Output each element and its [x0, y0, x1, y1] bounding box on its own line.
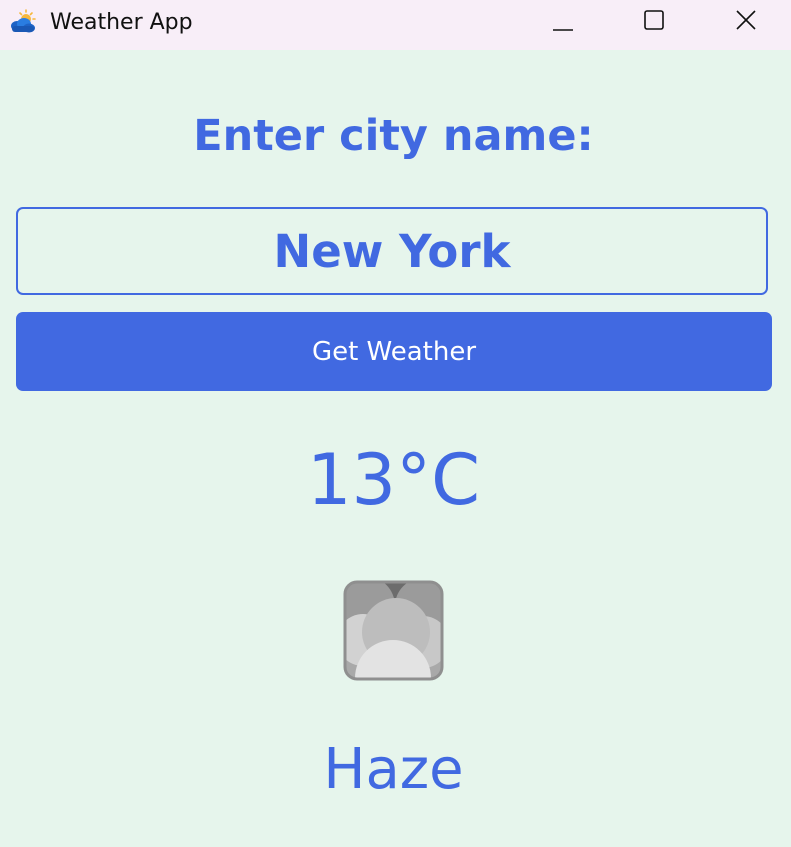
title-bar[interactable]: Weather App: [0, 0, 791, 50]
city-prompt-heading: Enter city name:: [193, 111, 594, 161]
window-title: Weather App: [50, 10, 193, 35]
maximize-icon: [642, 8, 666, 36]
weather-cloud-sun-icon: [8, 9, 38, 37]
close-icon: [734, 8, 758, 36]
get-weather-button[interactable]: Get Weather: [16, 312, 772, 391]
app-window: Weather App Enter city name: New York Ge…: [0, 0, 791, 847]
weather-description: Haze: [323, 737, 464, 802]
minimize-button[interactable]: [533, 0, 593, 44]
maximize-button[interactable]: [624, 0, 684, 44]
city-input[interactable]: [16, 207, 768, 295]
temperature-value: 13°C: [307, 439, 480, 521]
haze-cloud-icon: [343, 580, 444, 681]
minimize-icon: [551, 8, 575, 36]
close-button[interactable]: [716, 0, 776, 44]
main-content: Enter city name: Get Weather 13°C: [0, 50, 791, 847]
